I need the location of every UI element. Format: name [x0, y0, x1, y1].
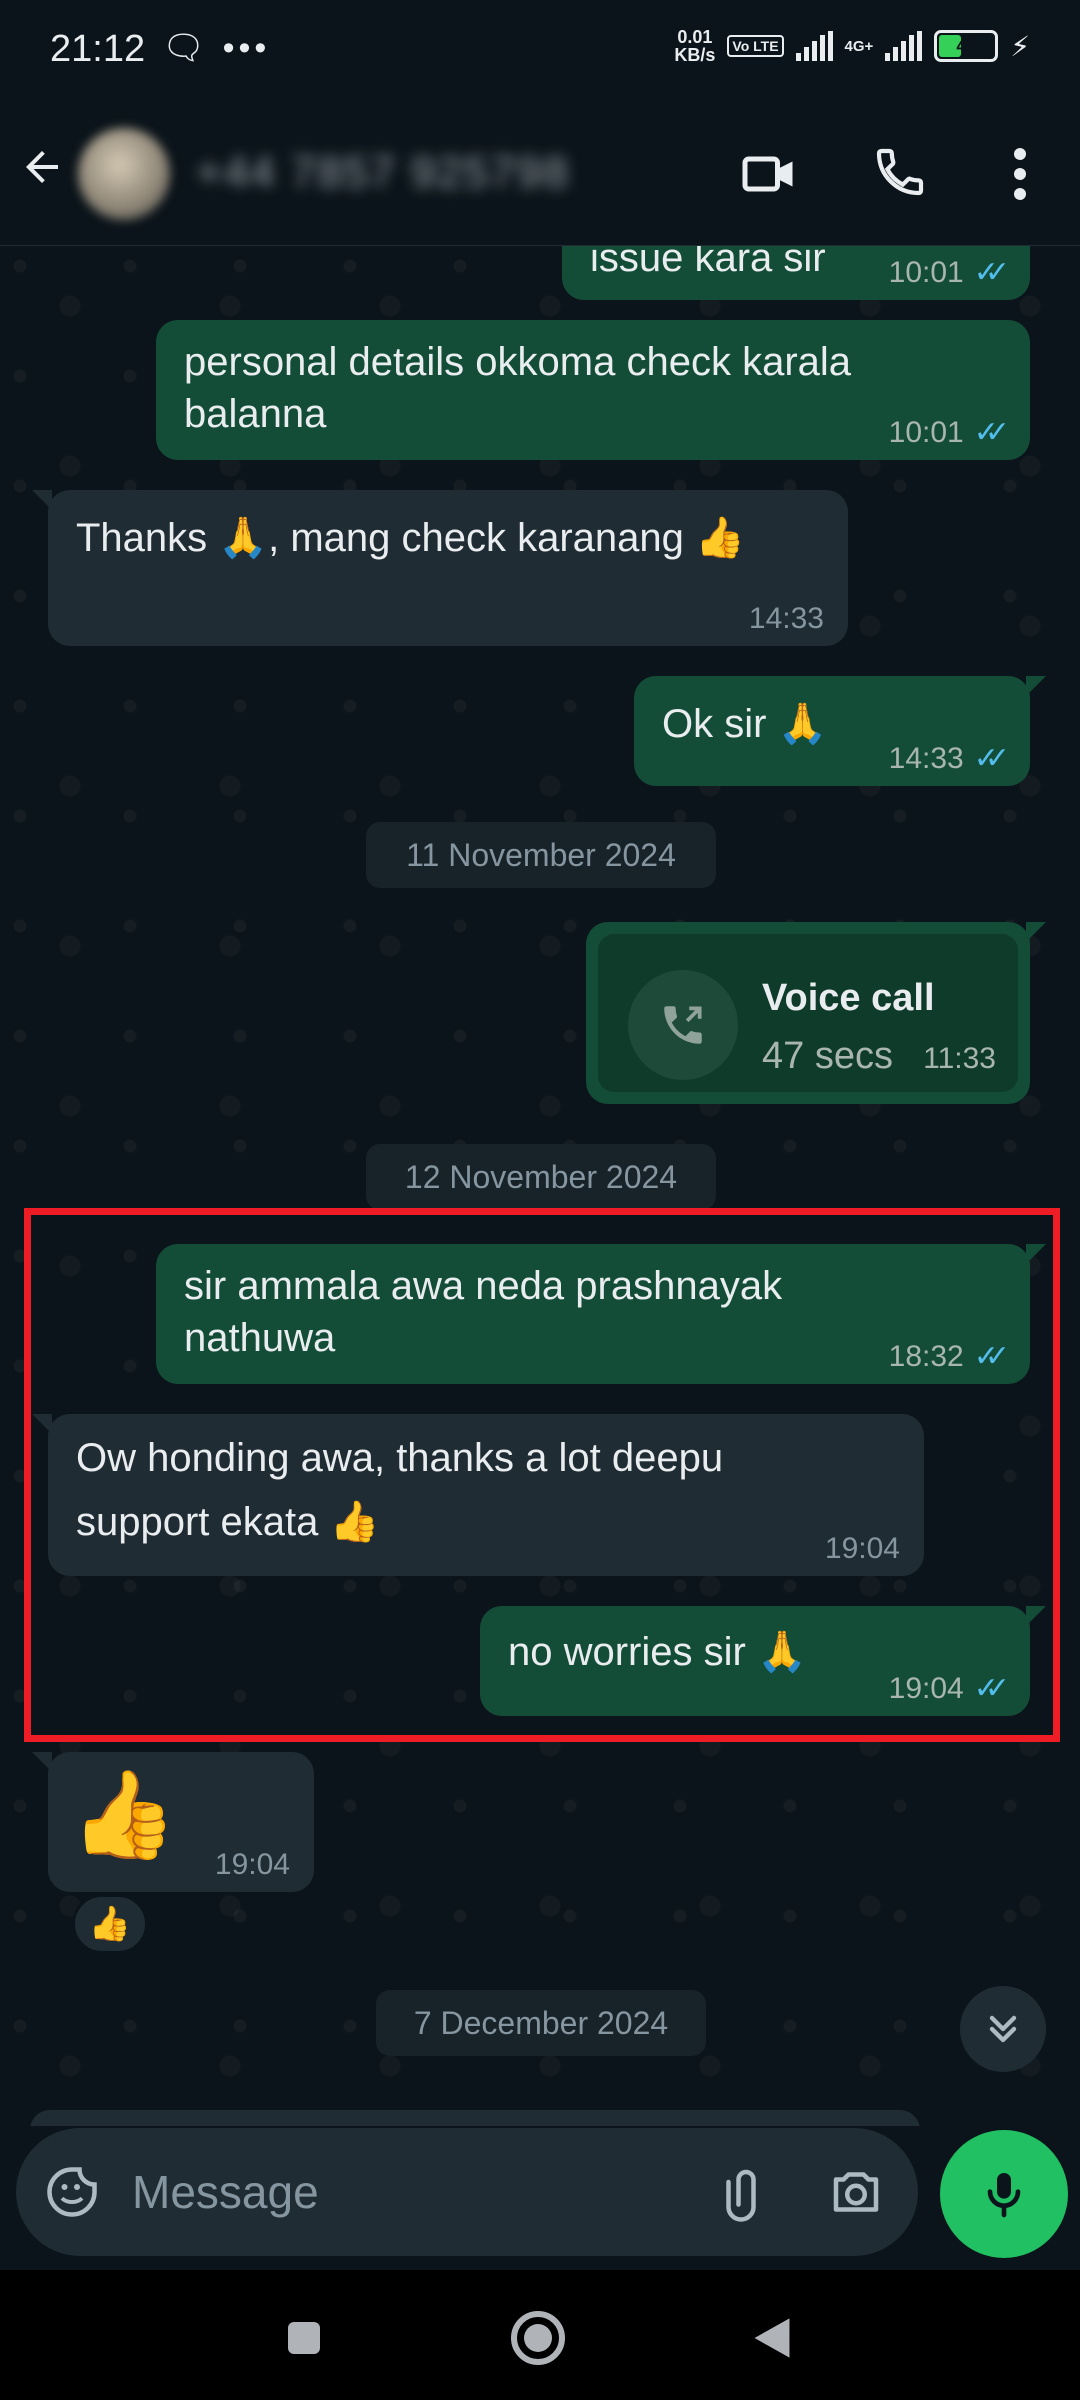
message-composer	[16, 2128, 918, 2256]
message-time: 10:01	[888, 256, 964, 289]
read-ticks-icon: ✓✓	[973, 416, 1010, 449]
back-arrow-icon[interactable]	[18, 142, 66, 204]
message-bubble[interactable]: Thanks 🙏, mang check karanang 👍 14:33	[32, 490, 848, 646]
read-ticks-icon: ✓✓	[973, 256, 1010, 289]
home-button[interactable]	[508, 2308, 568, 2368]
message-meta: 14:33 ✓✓	[888, 742, 1010, 775]
signal-icon-2	[885, 31, 923, 61]
message-time: 19:04	[214, 1848, 290, 1881]
sticker-icon[interactable]	[42, 2162, 102, 2222]
scroll-to-bottom-button[interactable]	[960, 1986, 1046, 2072]
network-type: 4G+	[844, 37, 874, 55]
contact-name[interactable]: +44 7857 925798	[196, 148, 570, 198]
battery-icon: 44	[934, 30, 999, 62]
date-separator: 12 November 2024	[366, 1144, 716, 1210]
message-bubble[interactable]: issue kara sir 10:01 ✓✓	[562, 246, 1030, 300]
message-meta: 10:01 ✓✓	[888, 256, 1010, 289]
read-ticks-icon: ✓✓	[973, 742, 1010, 775]
more-options-icon[interactable]	[1000, 144, 1040, 204]
message-input[interactable]	[132, 2160, 692, 2224]
voice-call-icon[interactable]	[872, 144, 932, 204]
charging-icon: ⚡	[1010, 30, 1030, 62]
attach-icon[interactable]	[716, 2162, 776, 2222]
avatar[interactable]	[78, 128, 170, 220]
message-reaction[interactable]: 👍	[72, 1894, 148, 1954]
network-speed: 0.01 KB/s	[674, 28, 715, 64]
video-call-icon[interactable]	[740, 144, 800, 204]
battery-level: 44	[956, 35, 977, 56]
date-separator: 7 December 2024	[376, 1990, 706, 2056]
message-bubble[interactable]: Ok sir 🙏 14:33 ✓✓	[634, 676, 1046, 786]
chat-area[interactable]: issue kara sir 10:01 ✓✓ personal details…	[0, 246, 1080, 2126]
outgoing-call-icon	[628, 970, 738, 1080]
status-bar: 21:12 🗨 ••• 0.01 KB/s Vo LTE 4G+ 44 ⚡	[0, 0, 1080, 100]
voice-call-card: Voice call 47 secs 11:33	[598, 934, 1018, 1092]
message-time: 14:33	[888, 742, 964, 775]
message-text: personal details okkoma check karala bal…	[184, 340, 852, 436]
double-chevron-down-icon	[989, 2015, 1017, 2043]
date-separator: 11 November 2024	[366, 822, 716, 888]
message-time: 14:33	[748, 602, 824, 635]
status-time: 21:12	[50, 28, 146, 70]
call-title: Voice call	[762, 977, 935, 1019]
message-text: Thanks 🙏, mang check karanang 👍	[76, 516, 745, 560]
camera-icon[interactable]	[826, 2162, 886, 2222]
volte-icon: Vo LTE	[727, 35, 784, 57]
message-bubble[interactable]: 👍 19:04	[32, 1752, 314, 1892]
status-indicators: 0.01 KB/s Vo LTE 4G+ 44 ⚡	[674, 28, 1030, 64]
mic-button[interactable]	[940, 2130, 1068, 2258]
message-meta: 14:33	[749, 604, 824, 634]
network-speed-value: 0.01	[677, 27, 713, 47]
back-button[interactable]	[742, 2308, 802, 2368]
recents-button[interactable]	[274, 2308, 334, 2368]
message-bubble[interactable]: personal details okkoma check karala bal…	[156, 320, 1030, 460]
message-time: 11:33	[923, 1042, 996, 1075]
chat-header: +44 7857 925798	[0, 100, 1080, 246]
signal-icon	[795, 31, 833, 61]
partial-message-bubble	[30, 2110, 920, 2126]
message-meta: 10:01 ✓✓	[888, 416, 1010, 449]
call-duration: 47 secs	[762, 1035, 893, 1077]
network-speed-unit: KB/s	[674, 45, 716, 65]
system-navigation-bar	[0, 2270, 1080, 2400]
voice-call-bubble[interactable]: Voice call 47 secs 11:33	[586, 922, 1046, 1104]
message-meta: 19:04	[215, 1850, 290, 1880]
highlight-box	[24, 1208, 1060, 1742]
message-time: 10:01	[888, 416, 964, 449]
mic-icon	[987, 2173, 1021, 2218]
notification-icons: 🗨 •••	[162, 29, 271, 67]
